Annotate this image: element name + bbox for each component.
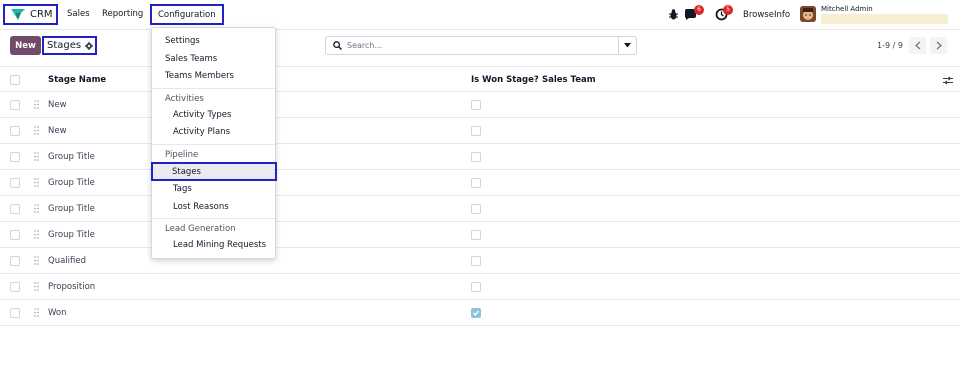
page-title: Stages xyxy=(47,40,82,51)
table-row[interactable]: Won xyxy=(0,300,960,326)
menu-divider xyxy=(152,88,275,89)
stage-name-cell[interactable]: Group Title xyxy=(48,230,95,240)
menu-item-stages-label: Stages xyxy=(172,167,201,177)
caret-down-icon xyxy=(624,43,631,48)
is-won-checkbox[interactable] xyxy=(471,204,481,214)
row-checkbox[interactable] xyxy=(10,256,20,266)
stage-name-cell[interactable]: New xyxy=(48,100,67,110)
database-name-bar xyxy=(821,14,948,24)
breadcrumb: Stages xyxy=(42,36,97,55)
table-row[interactable]: Proposition xyxy=(0,274,960,300)
menu-sales[interactable]: Sales xyxy=(67,9,90,19)
table-row[interactable]: Group Title xyxy=(0,196,960,222)
menu-item-lead-mining-requests[interactable]: Lead Mining Requests xyxy=(173,240,266,250)
checkmark-icon xyxy=(473,310,480,317)
stage-name-cell[interactable]: Group Title xyxy=(48,204,95,214)
stage-name-cell[interactable]: Group Title xyxy=(48,152,95,162)
chevron-right-icon xyxy=(936,41,942,50)
menu-item-activity-types[interactable]: Activity Types xyxy=(173,110,231,120)
app-name: CRM xyxy=(30,9,53,20)
bug-icon[interactable] xyxy=(667,8,680,21)
is-won-checkbox[interactable] xyxy=(471,282,481,292)
table-header: Stage Name Is Won Stage? Sales Team xyxy=(0,66,960,92)
user-avatar[interactable] xyxy=(800,6,816,22)
drag-handle-icon[interactable] xyxy=(34,100,39,109)
is-won-checkbox[interactable] xyxy=(471,178,481,188)
stage-name-cell[interactable]: New xyxy=(48,126,67,136)
search-bar[interactable]: Search... xyxy=(325,36,637,55)
menu-item-tags[interactable]: Tags xyxy=(173,184,192,194)
drag-handle-icon[interactable] xyxy=(34,178,39,187)
company-switcher[interactable]: BrowseInfo xyxy=(743,10,790,20)
table-row[interactable]: New xyxy=(0,118,960,144)
table-row[interactable]: Group Title xyxy=(0,144,960,170)
drag-handle-icon[interactable] xyxy=(34,256,39,265)
stage-name-cell[interactable]: Qualified xyxy=(48,256,86,266)
configuration-dropdown: Settings Sales Teams Teams Members Activ… xyxy=(151,27,277,259)
menu-divider xyxy=(152,144,275,145)
menu-item-teams-members[interactable]: Teams Members xyxy=(165,71,234,81)
drag-handle-icon[interactable] xyxy=(34,204,39,213)
menu-item-activity-plans[interactable]: Activity Plans xyxy=(173,127,230,137)
table-row[interactable]: Group Title xyxy=(0,170,960,196)
row-checkbox[interactable] xyxy=(10,230,20,240)
menu-item-sales-teams[interactable]: Sales Teams xyxy=(165,54,217,64)
row-checkbox[interactable] xyxy=(10,126,20,136)
drag-handle-icon[interactable] xyxy=(34,230,39,239)
table-row[interactable]: Group Title xyxy=(0,222,960,248)
crm-logo-icon xyxy=(11,9,25,20)
search-options-toggle[interactable] xyxy=(618,37,636,54)
is-won-checkbox[interactable] xyxy=(471,100,481,110)
row-checkbox[interactable] xyxy=(10,282,20,292)
row-checkbox[interactable] xyxy=(10,152,20,162)
column-stage-name[interactable]: Stage Name xyxy=(48,75,106,85)
drag-handle-icon[interactable] xyxy=(34,282,39,291)
pager-previous-button[interactable] xyxy=(909,37,926,54)
user-name[interactable]: Mitchell Admin xyxy=(821,5,873,13)
stage-name-cell[interactable]: Won xyxy=(48,308,67,318)
pager-value[interactable]: 1-9 / 9 xyxy=(877,41,903,50)
is-won-checkbox[interactable] xyxy=(471,256,481,266)
column-is-won-stage[interactable]: Is Won Stage? xyxy=(471,75,539,85)
row-checkbox[interactable] xyxy=(10,204,20,214)
search-icon xyxy=(333,41,342,50)
chevron-left-icon xyxy=(914,41,920,50)
stage-name-cell[interactable]: Proposition xyxy=(48,282,95,292)
optional-columns-icon[interactable] xyxy=(943,76,953,85)
table-row[interactable]: New xyxy=(0,92,960,118)
pager-next-button[interactable] xyxy=(930,37,947,54)
row-checkbox[interactable] xyxy=(10,178,20,188)
row-checkbox[interactable] xyxy=(10,308,20,318)
menu-header-lead-generation: Lead Generation xyxy=(165,224,236,234)
activities-badge: 5 xyxy=(723,5,733,15)
is-won-checkbox[interactable] xyxy=(471,126,481,136)
column-sales-team[interactable]: Sales Team xyxy=(542,75,596,85)
top-navbar: CRM Sales Reporting Configuration 6 5 Br… xyxy=(0,0,960,30)
menu-header-activities: Activities xyxy=(165,94,204,104)
messages-badge: 6 xyxy=(694,5,704,15)
is-won-checkbox[interactable] xyxy=(471,230,481,240)
drag-handle-icon[interactable] xyxy=(34,126,39,135)
search-input[interactable]: Search... xyxy=(347,41,382,50)
row-checkbox[interactable] xyxy=(10,100,20,110)
menu-header-pipeline: Pipeline xyxy=(165,150,199,160)
stage-name-cell[interactable]: Group Title xyxy=(48,178,95,188)
drag-handle-icon[interactable] xyxy=(34,152,39,161)
avatar-face-icon xyxy=(800,6,816,22)
app-brand[interactable]: CRM xyxy=(3,4,58,25)
menu-item-lost-reasons[interactable]: Lost Reasons xyxy=(173,202,229,212)
is-won-checkbox[interactable] xyxy=(471,152,481,162)
select-all-checkbox[interactable] xyxy=(10,75,20,85)
menu-item-settings[interactable]: Settings xyxy=(165,36,200,46)
menu-divider xyxy=(152,218,275,219)
table-row[interactable]: Qualified xyxy=(0,248,960,274)
menu-reporting[interactable]: Reporting xyxy=(102,9,143,19)
menu-item-stages[interactable]: Stages xyxy=(151,162,277,181)
new-button[interactable]: New xyxy=(10,36,41,55)
gear-icon[interactable] xyxy=(85,41,94,50)
drag-handle-icon[interactable] xyxy=(34,308,39,317)
is-won-checkbox[interactable] xyxy=(471,308,481,318)
menu-configuration[interactable]: Configuration xyxy=(150,4,224,25)
